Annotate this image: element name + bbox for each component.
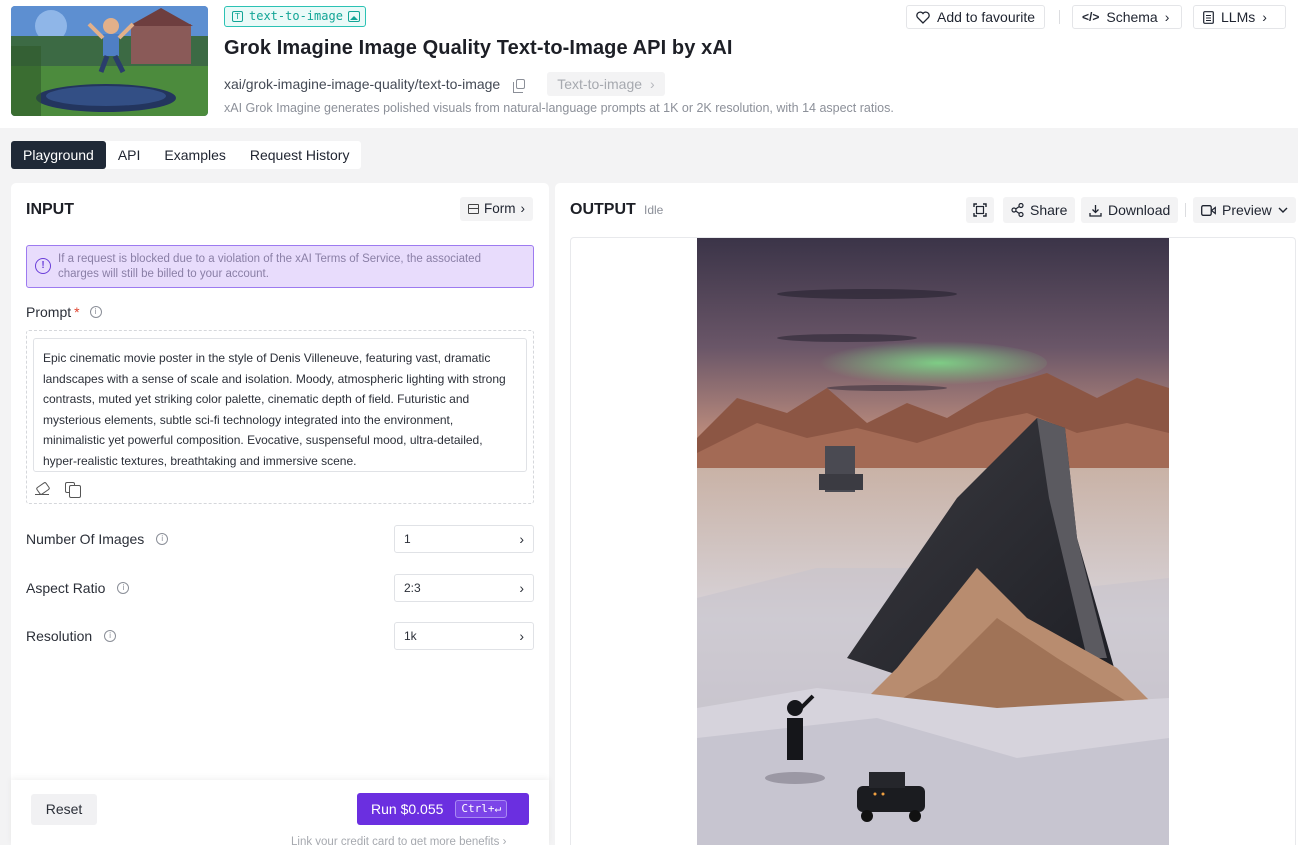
copy-icon[interactable]: [65, 482, 81, 498]
tos-notice: ! If a request is blocked due to a viola…: [26, 245, 534, 288]
generated-image[interactable]: [697, 238, 1169, 845]
resolution-label: Resolution: [26, 628, 93, 644]
tab-request-history[interactable]: Request History: [238, 141, 362, 169]
share-label: Share: [1030, 202, 1068, 218]
heart-icon: [916, 10, 930, 24]
prompt-label-row: Prompt * i: [26, 304, 102, 320]
copy-path-icon[interactable]: [513, 79, 526, 93]
info-icon[interactable]: i: [156, 533, 169, 545]
favourite-label: Add to favourite: [937, 9, 1036, 25]
model-header: T text-to-image Grok Imagine Image Quali…: [0, 0, 1298, 128]
status-badge: Idle: [644, 203, 664, 217]
fullscreen-icon: [973, 203, 987, 217]
required-marker: *: [74, 304, 80, 320]
info-icon[interactable]: i: [104, 630, 117, 642]
model-path: xai/grok-imagine-image-quality/text-to-i…: [224, 76, 501, 92]
num-images-label: Number Of Images: [26, 531, 145, 547]
chevron-right-icon: ›: [650, 76, 655, 92]
info-icon[interactable]: i: [89, 306, 102, 318]
code-icon: </>: [1082, 10, 1100, 24]
num-images-label-row: Number Of Images i: [26, 531, 169, 547]
aspect-ratio-value: 2:3: [404, 581, 421, 595]
chevron-right-icon: ›: [519, 580, 524, 596]
header-divider: [1059, 10, 1060, 24]
output-title: OUTPUT: [570, 201, 636, 218]
prompt-textarea[interactable]: Epic cinematic movie poster in the style…: [33, 338, 527, 472]
tab-playground[interactable]: Playground: [11, 141, 106, 169]
num-images-value: 1: [404, 532, 411, 546]
input-footer: Reset Run $0.055 Ctrl+↵ Link your credit…: [11, 780, 549, 845]
share-button[interactable]: Share: [1003, 197, 1076, 223]
chevron-right-icon: ›: [1262, 9, 1267, 25]
model-path-row: xai/grok-imagine-image-quality/text-to-i…: [224, 72, 665, 96]
prompt-container: Epic cinematic movie poster in the style…: [26, 330, 534, 504]
schema-label: Schema: [1106, 9, 1158, 25]
resolution-label-row: Resolution i: [26, 628, 117, 644]
preview-label: Preview: [1222, 202, 1272, 218]
form-icon: [468, 204, 479, 214]
document-icon: [1203, 10, 1214, 24]
add-to-favourite-button[interactable]: Add to favourite: [906, 5, 1046, 29]
num-images-select[interactable]: 1 ›: [394, 525, 534, 553]
output-toolbar-divider: [1185, 203, 1186, 217]
preview-dropdown[interactable]: Preview: [1193, 197, 1296, 223]
aspect-ratio-select[interactable]: 2:3 ›: [394, 574, 534, 602]
chevron-right-icon: ›: [1164, 9, 1170, 25]
chevron-down-icon: [1278, 207, 1288, 213]
eraser-icon-base: [35, 494, 49, 496]
page-title: Grok Imagine Image Quality Text-to-Image…: [224, 37, 733, 59]
form-label: Form: [484, 201, 516, 216]
chevron-right-icon: ›: [502, 836, 507, 845]
llms-label: LLMs: [1221, 9, 1256, 25]
link-credit-card-label: Link your credit card to get more benefi…: [291, 836, 500, 845]
aspect-ratio-label-row: Aspect Ratio i: [26, 580, 130, 596]
info-icon[interactable]: i: [117, 582, 130, 594]
category-chip[interactable]: Text-to-image ›: [547, 72, 665, 96]
chevron-right-icon: ›: [519, 531, 524, 547]
keyboard-shortcut: Ctrl+↵: [455, 800, 508, 818]
category-chip-label: Text-to-image: [557, 76, 643, 92]
video-icon: [1201, 204, 1216, 216]
alert-icon: !: [35, 258, 51, 274]
model-description: xAI Grok Imagine generates polished visu…: [224, 101, 894, 115]
aspect-ratio-label: Aspect Ratio: [26, 580, 106, 596]
input-title: INPUT: [26, 201, 74, 218]
prompt-label: Prompt: [26, 304, 72, 320]
run-label: Run $0.055: [371, 801, 444, 817]
tab-examples[interactable]: Examples: [152, 141, 237, 169]
model-thumbnail: [11, 6, 208, 116]
input-panel: INPUT Form › ! If a request is blocked d…: [11, 183, 549, 845]
link-credit-card[interactable]: Link your credit card to get more benefi…: [291, 836, 506, 845]
chevron-right-icon: ›: [520, 201, 526, 216]
share-icon: [1011, 203, 1024, 217]
fullscreen-button[interactable]: [966, 197, 994, 223]
run-button[interactable]: Run $0.055 Ctrl+↵: [357, 793, 529, 825]
notice-text: If a request is blocked due to a violati…: [58, 253, 481, 280]
task-badge-label: text-to-image: [249, 9, 343, 23]
llms-button[interactable]: LLMs ›: [1193, 5, 1286, 29]
download-icon: [1089, 204, 1102, 217]
download-label: Download: [1108, 202, 1171, 218]
main-tabs: Playground API Examples Request History: [11, 141, 362, 169]
resolution-select[interactable]: 1k ›: [394, 622, 534, 650]
output-panel: OUTPUT Idle Share Download Preview: [555, 183, 1298, 845]
form-mode-button[interactable]: Form ›: [460, 197, 533, 221]
chevron-right-icon: ›: [519, 628, 524, 644]
download-button[interactable]: Download: [1081, 197, 1179, 223]
task-badge: T text-to-image: [224, 6, 366, 27]
tab-api[interactable]: API: [106, 141, 153, 169]
reset-button[interactable]: Reset: [31, 794, 97, 825]
schema-button[interactable]: </> Schema ›: [1072, 5, 1182, 29]
text-icon: T: [232, 11, 243, 22]
image-icon: [347, 11, 360, 22]
resolution-value: 1k: [404, 629, 417, 643]
output-canvas: [570, 237, 1296, 845]
